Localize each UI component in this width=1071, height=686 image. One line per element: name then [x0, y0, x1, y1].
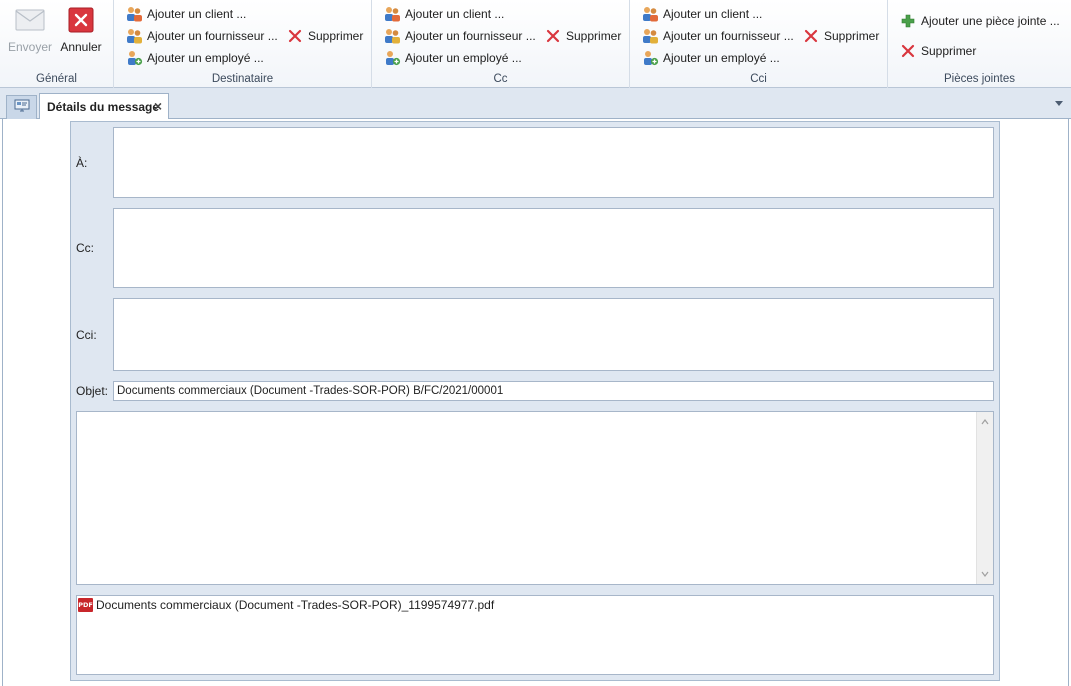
cc-delete-label: Supprimer [566, 29, 622, 43]
body-scrollbar[interactable] [976, 412, 993, 584]
group-caption-attachments: Pièces jointes [944, 73, 1015, 85]
bcc-add-client-button[interactable]: Ajouter un client ... [641, 4, 762, 24]
group-bcc: Ajouter un client ... Ajouter un fournis… [630, 0, 888, 88]
attachment-delete-button[interactable]: Supprimer [899, 41, 976, 61]
send-label: Envoyer [7, 40, 53, 54]
bcc-label: Cci: [76, 328, 97, 342]
group-general: Envoyer Annuler Général [0, 0, 114, 88]
scroll-down-icon[interactable] [981, 570, 989, 578]
cc-add-client-button[interactable]: Ajouter un client ... [383, 4, 504, 24]
bcc-add-employee-button[interactable]: Ajouter un employé ... [641, 48, 780, 68]
tab-label: Détails du message [47, 99, 160, 114]
subject-label: Objet: [76, 384, 109, 398]
to-add-employee-label: Ajouter un employé ... [147, 51, 264, 65]
scroll-up-icon[interactable] [981, 418, 989, 426]
supplier-icon [383, 27, 401, 45]
cc-add-employee-label: Ajouter un employé ... [405, 51, 522, 65]
to-add-employee-button[interactable]: Ajouter un employé ... [125, 48, 264, 68]
employee-icon [125, 49, 143, 67]
envelope-icon [15, 6, 45, 34]
group-caption-cc: Cc [493, 73, 508, 85]
subject-input[interactable]: Documents commerciaux (Document -Trades-… [113, 381, 994, 401]
bcc-delete-button[interactable]: Supprimer [802, 26, 879, 46]
bcc-add-employee-label: Ajouter un employé ... [663, 51, 780, 65]
group-attachments: Ajouter une pièce jointe ... Supprimer P… [888, 0, 1071, 88]
to-field[interactable] [113, 127, 994, 198]
cancel-button[interactable]: Annuler [54, 6, 108, 54]
monitor-icon [14, 99, 30, 116]
cc-add-employee-button[interactable]: Ajouter un employé ... [383, 48, 522, 68]
cc-add-client-label: Ajouter un client ... [405, 7, 505, 21]
add-attachment-label: Ajouter une pièce jointe ... [921, 14, 1060, 28]
group-caption-recipient: Destinataire [211, 73, 274, 85]
chevron-down-icon[interactable] [1055, 101, 1063, 106]
employee-icon [641, 49, 659, 67]
bcc-add-client-label: Ajouter un client ... [663, 7, 763, 21]
supplier-icon [125, 27, 143, 45]
to-add-supplier-label: Ajouter un fournisseur ... [147, 29, 278, 43]
message-body[interactable] [76, 411, 994, 585]
cc-delete-button[interactable]: Supprimer [544, 26, 621, 46]
delete-icon [899, 42, 917, 60]
ribbon: Envoyer Annuler Général Ajouter un clien… [0, 0, 1071, 88]
delete-icon [544, 27, 562, 45]
send-button[interactable]: Envoyer [3, 6, 57, 54]
bcc-field[interactable] [113, 298, 994, 371]
employee-icon [383, 49, 401, 67]
cc-label: Cc: [76, 241, 94, 255]
to-delete-label: Supprimer [308, 29, 364, 43]
tab-message-details[interactable]: Détails du message × [39, 93, 169, 120]
cc-add-supplier-button[interactable]: Ajouter un fournisseur ... [383, 26, 536, 46]
cc-field[interactable] [113, 208, 994, 288]
attachment-delete-label: Supprimer [921, 44, 977, 58]
bcc-add-supplier-label: Ajouter un fournisseur ... [663, 29, 794, 43]
group-caption-general: Général [36, 73, 77, 85]
cancel-icon [66, 6, 96, 34]
attachment-item[interactable]: PDF Documents commerciaux (Document -Tra… [78, 598, 494, 612]
delete-icon [286, 27, 304, 45]
supplier-icon [641, 27, 659, 45]
group-recipient: Ajouter un client ... Ajouter un fournis… [114, 0, 372, 88]
cancel-label: Annuler [60, 40, 102, 54]
tab-home[interactable] [6, 95, 37, 119]
attachment-filename: Documents commerciaux (Document -Trades-… [96, 598, 495, 612]
to-add-supplier-button[interactable]: Ajouter un fournisseur ... [125, 26, 278, 46]
to-add-client-label: Ajouter un client ... [147, 7, 247, 21]
group-cc: Ajouter un client ... Ajouter un fournis… [372, 0, 630, 88]
client-icon [641, 5, 659, 23]
to-delete-button[interactable]: Supprimer [286, 26, 363, 46]
cc-add-supplier-label: Ajouter un fournisseur ... [405, 29, 536, 43]
client-icon [125, 5, 143, 23]
to-label: À: [76, 156, 88, 170]
close-icon[interactable]: × [154, 99, 162, 113]
bcc-delete-label: Supprimer [824, 29, 880, 43]
group-caption-bcc: Cci [750, 73, 767, 85]
bcc-add-supplier-button[interactable]: Ajouter un fournisseur ... [641, 26, 794, 46]
to-add-client-button[interactable]: Ajouter un client ... [125, 4, 246, 24]
delete-icon [802, 27, 820, 45]
add-attachment-button[interactable]: Ajouter une pièce jointe ... [899, 11, 1060, 31]
plus-icon [899, 12, 917, 30]
client-icon [383, 5, 401, 23]
pdf-icon: PDF [78, 598, 93, 612]
